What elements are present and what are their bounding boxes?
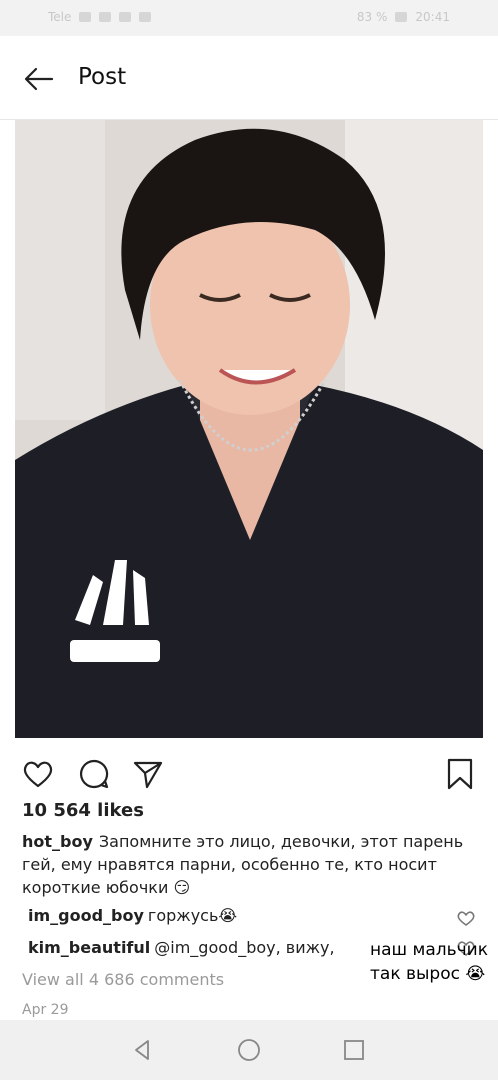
system-nav-bar: [0, 1020, 498, 1080]
battery-percent: 83 %: [356, 10, 388, 24]
clock: 20:41: [415, 10, 450, 24]
post-date: Apr 29: [22, 1002, 69, 1018]
heart-icon[interactable]: [20, 756, 56, 792]
post-photo[interactable]: [15, 120, 483, 738]
photo-illustration: [15, 120, 483, 738]
comment-item: kim_beautiful @im_good_boy, вижу,: [28, 938, 335, 957]
bookmark-icon[interactable]: [442, 756, 478, 792]
signal-icon: [79, 12, 92, 22]
page-title: Post: [78, 64, 127, 90]
comment-item: im_good_boy горжусь😭: [28, 906, 237, 925]
comment-username[interactable]: kim_beautiful: [28, 938, 150, 957]
likes-count[interactable]: 10 564 likes: [22, 800, 144, 821]
search-notification-icon: [119, 12, 132, 22]
status-left: Tele: [48, 10, 152, 24]
comment-text: @im_good_boy, вижу,: [154, 938, 335, 957]
wifi-icon: [99, 12, 112, 22]
nav-back-icon[interactable]: [130, 1038, 154, 1062]
post-header: Post: [0, 36, 498, 120]
nav-home-icon[interactable]: [237, 1038, 261, 1062]
comment-text: горжусь😭: [147, 906, 238, 925]
battery-icon: [395, 12, 408, 22]
overlay-note: наш мальчик так вырос 😭: [370, 940, 488, 984]
view-all-comments-link[interactable]: View all 4 686 comments: [22, 970, 224, 989]
comment-like-heart-icon[interactable]: [456, 908, 476, 928]
post-caption: hot_boy Запомните это лицо, девочки, этот…: [22, 830, 484, 899]
carrier-label: Tele: [48, 10, 72, 24]
mail-notification-icon: [139, 12, 152, 22]
status-bar: Tele 83 % 20:41: [0, 0, 498, 36]
status-right: 83 % 20:41: [357, 10, 450, 24]
send-icon[interactable]: [130, 756, 166, 792]
caption-username[interactable]: hot_boy: [22, 832, 93, 851]
comment-username[interactable]: im_good_boy: [28, 906, 144, 925]
comment-icon[interactable]: [76, 756, 112, 792]
nav-recents-icon[interactable]: [342, 1038, 366, 1062]
post-actions: [0, 750, 498, 794]
arrow-left-icon[interactable]: [22, 62, 56, 96]
